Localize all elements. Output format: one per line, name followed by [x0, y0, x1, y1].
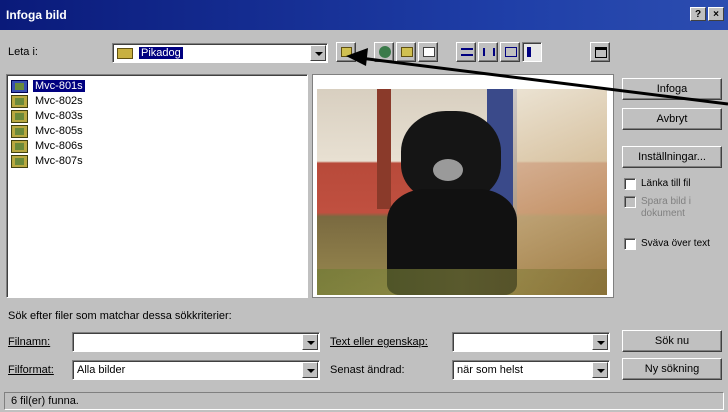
filename-input[interactable] — [72, 332, 320, 352]
title-bar: Infoga bild ? × — [0, 0, 728, 30]
file-name: Mvc-807s — [35, 155, 83, 167]
close-button[interactable]: × — [708, 7, 724, 21]
file-list[interactable]: Mvc-801s Mvc-802s Mvc-803s Mvc-805s Mvc-806s… — [6, 74, 308, 298]
file-name: Mvc-802s — [35, 95, 83, 107]
dog-preview-image — [317, 89, 607, 295]
settings-button[interactable]: Inställningar... — [622, 146, 722, 168]
dialog-title: Infoga bild — [6, 8, 67, 22]
filename-label: Filnamn: — [8, 336, 51, 348]
filetype-dropdown[interactable]: Alla bilder — [72, 360, 320, 380]
favorites-icon[interactable] — [396, 42, 416, 62]
image-file-icon — [11, 140, 28, 153]
last-modified-dropdown[interactable]: när som helst — [452, 360, 610, 380]
insert-picture-dialog: Infoga bild ? × Leta i: Pikadog Mvc-801s… — [0, 0, 728, 412]
text-property-input[interactable] — [452, 332, 610, 352]
chevron-down-icon[interactable] — [310, 45, 326, 61]
properties-view-icon[interactable] — [500, 42, 520, 62]
checkbox-box[interactable] — [624, 196, 636, 208]
image-file-icon — [11, 125, 28, 138]
details-view-icon[interactable] — [478, 42, 498, 62]
folder-icon — [117, 48, 133, 59]
look-in-value: Pikadog — [139, 47, 183, 59]
file-name: Mvc-801s — [33, 80, 85, 92]
search-web-icon[interactable] — [374, 42, 394, 62]
file-name: Mvc-806s — [35, 140, 83, 152]
chevron-down-icon[interactable] — [302, 334, 318, 350]
cancel-button[interactable]: Avbryt — [622, 108, 722, 130]
link-to-file-label: Länka till fil — [641, 178, 691, 189]
filetype-value: Alla bilder — [77, 364, 126, 376]
preview-pane — [312, 74, 614, 298]
last-modified-value: när som helst — [457, 364, 524, 376]
look-in-dropdown[interactable]: Pikadog — [112, 43, 328, 63]
file-name: Mvc-805s — [35, 125, 83, 137]
preview-view-icon[interactable] — [522, 42, 542, 62]
status-text: 6 fil(er) funna. — [11, 395, 79, 407]
up-folder-icon[interactable] — [336, 42, 356, 62]
help-button[interactable]: ? — [690, 7, 706, 21]
new-search-button[interactable]: Ny sökning — [622, 358, 722, 380]
filetype-label: Filformat: — [8, 364, 54, 376]
save-with-document-label: Spara bild i dokument — [641, 196, 692, 219]
last-modified-label: Senast ändrad: — [330, 364, 405, 376]
text-property-label: Text eller egenskap: — [330, 336, 428, 348]
chevron-down-icon[interactable] — [592, 334, 608, 350]
commands-menu-icon[interactable] — [590, 42, 610, 62]
add-to-favorites-icon[interactable] — [418, 42, 438, 62]
find-now-button[interactable]: Sök nu — [622, 330, 722, 352]
look-in-label: Leta i: — [8, 46, 38, 58]
insert-button[interactable]: Infoga — [622, 78, 722, 100]
image-file-icon — [11, 95, 28, 108]
float-over-text-label: Sväva över text — [641, 238, 710, 249]
image-file-icon — [11, 80, 28, 93]
list-view-icon[interactable] — [456, 42, 476, 62]
image-file-icon — [11, 155, 28, 168]
status-bar: 6 fil(er) funna. — [4, 392, 724, 410]
chevron-down-icon[interactable] — [302, 362, 318, 378]
checkbox-box[interactable] — [624, 238, 636, 250]
image-file-icon — [11, 110, 28, 123]
file-name: Mvc-803s — [35, 110, 83, 122]
search-criteria-label: Sök efter filer som matchar dessa sökkri… — [8, 310, 232, 322]
checkbox-box[interactable] — [624, 178, 636, 190]
chevron-down-icon[interactable] — [592, 362, 608, 378]
